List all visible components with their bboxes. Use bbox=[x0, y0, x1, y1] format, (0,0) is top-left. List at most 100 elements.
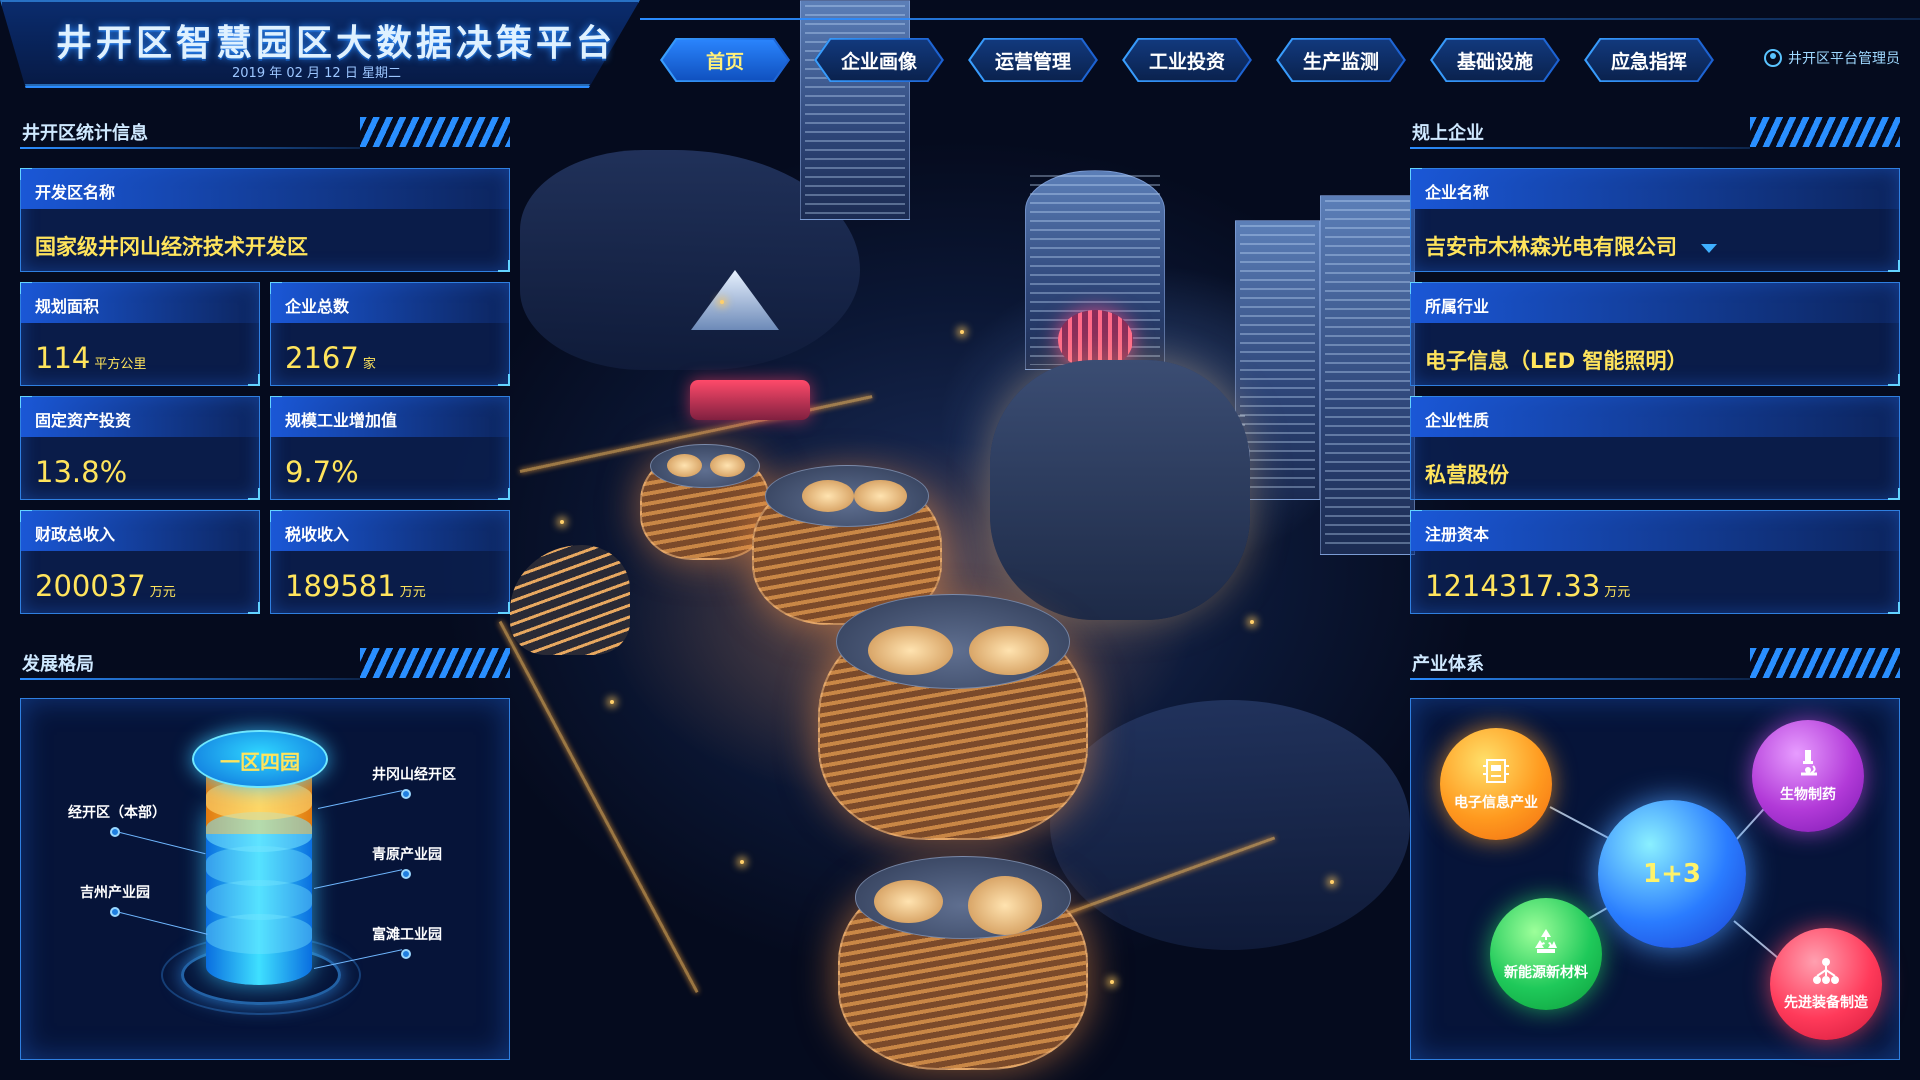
layout-section-title: 发展格局 bbox=[22, 654, 94, 675]
tax-revenue-unit: 万元 bbox=[399, 585, 426, 600]
user-account[interactable]: 井开区平台管理员 bbox=[1764, 48, 1900, 68]
industrial-added-value-label: 规模工业增加值 bbox=[285, 411, 398, 430]
industrial-added-value-value: 9.7% bbox=[285, 455, 359, 489]
tax-revenue-value: 189581 bbox=[285, 569, 396, 603]
one-zone-four-parks-label: 一区四园 bbox=[220, 750, 300, 774]
street-light bbox=[740, 860, 744, 864]
enterprise-section-title: 规上企业 bbox=[1412, 123, 1484, 144]
enterprise-name-card: 企业名称 吉安市木林森光电有限公司 bbox=[1410, 168, 1900, 272]
layout-section-header: 发展格局 bbox=[20, 646, 510, 680]
fixed-asset-label: 固定资产投资 bbox=[35, 411, 132, 430]
planned-area-value: 114 bbox=[35, 341, 91, 375]
chevron-down-icon[interactable] bbox=[1701, 243, 1717, 253]
company-count-value: 2167 bbox=[285, 341, 359, 375]
enterprise-section-header: 规上企业 bbox=[1410, 115, 1900, 149]
park-marker bbox=[401, 949, 411, 959]
park-marker bbox=[110, 827, 120, 837]
fiscal-revenue-value: 200037 bbox=[35, 569, 146, 603]
fiscal-revenue-label: 财政总收入 bbox=[35, 525, 116, 544]
park-label-jizhou[interactable]: 吉州产业园 bbox=[80, 882, 150, 902]
nav-emergency-command[interactable]: 应急指挥 bbox=[1584, 38, 1714, 82]
zone-name-value: 国家级井冈山经济技术开发区 bbox=[35, 235, 308, 259]
enterprise-name-label: 企业名称 bbox=[1425, 183, 1490, 202]
park-marker bbox=[110, 907, 120, 917]
user-icon bbox=[1764, 49, 1782, 67]
enterprise-nature-card: 企业性质 私营股份 bbox=[1410, 396, 1900, 500]
nav-operations[interactable]: 运营管理 bbox=[968, 38, 1098, 82]
street-light bbox=[610, 700, 614, 704]
park-label-jinggangshan[interactable]: 井冈山经开区 bbox=[372, 764, 456, 784]
tax-revenue-card: 税收收入 189581 万元 bbox=[270, 510, 510, 614]
network-icon bbox=[1811, 956, 1841, 986]
section-underline bbox=[20, 147, 360, 149]
industrial-added-value-card: 规模工业增加值 9.7% bbox=[270, 396, 510, 500]
boat-pavilion bbox=[690, 380, 810, 420]
zone-name-card: 开发区名称 国家级井冈山经济技术开发区 bbox=[20, 168, 510, 272]
bubble-bio-pharma[interactable]: 生物制药 bbox=[1752, 720, 1864, 832]
microscope-icon bbox=[1793, 748, 1823, 778]
bubble-electronics[interactable]: 电子信息产业 bbox=[1440, 728, 1552, 840]
app-title: 井开区智慧园区大数据决策平台 bbox=[56, 23, 617, 64]
street-light bbox=[1330, 880, 1334, 884]
bubble-advanced-equipment-label: 先进装备制造 bbox=[1784, 995, 1868, 1011]
industry-value: 电子信息（LED 智能照明） bbox=[1425, 349, 1688, 373]
enterprise-selector[interactable]: 吉安市木林森光电有限公司 bbox=[1425, 231, 1717, 261]
registered-capital-unit: 万元 bbox=[1604, 585, 1631, 600]
street-light bbox=[1110, 980, 1114, 984]
bubble-new-energy-label: 新能源新材料 bbox=[1504, 965, 1588, 981]
park-label-futan[interactable]: 富滩工业园 bbox=[372, 924, 442, 944]
user-name: 井开区平台管理员 bbox=[1788, 51, 1900, 67]
registered-capital-card: 注册资本 1214317.33 万元 bbox=[1410, 510, 1900, 614]
nav-infrastructure[interactable]: 基础设施 bbox=[1430, 38, 1560, 82]
pod-building bbox=[640, 443, 770, 560]
street-light bbox=[720, 300, 724, 304]
bubble-advanced-equipment[interactable]: 先进装备制造 bbox=[1770, 928, 1882, 1040]
industry-label: 所属行业 bbox=[1425, 297, 1490, 316]
fixed-asset-value: 13.8% bbox=[35, 455, 128, 489]
industry-section-title: 产业体系 bbox=[1412, 654, 1484, 675]
nav-enterprise-profile[interactable]: 企业画像 bbox=[814, 38, 944, 82]
nav-industrial-investment[interactable]: 工业投资 bbox=[1122, 38, 1252, 82]
tax-revenue-label: 税收收入 bbox=[285, 525, 350, 544]
street-light bbox=[960, 330, 964, 334]
section-underline bbox=[1410, 678, 1750, 680]
industry-center-bubble: 1+3 bbox=[1598, 800, 1746, 948]
industry-card: 所属行业 电子信息（LED 智能照明） bbox=[1410, 282, 1900, 386]
stats-section-header: 井开区统计信息 bbox=[20, 115, 510, 149]
stripe-decoration bbox=[1750, 648, 1900, 678]
cylinder-ring bbox=[206, 914, 312, 954]
planned-area-unit: 平方公里 bbox=[94, 357, 147, 372]
fixed-asset-card: 固定资产投资 13.8% bbox=[20, 396, 260, 500]
stats-section-title: 井开区统计信息 bbox=[22, 123, 148, 144]
park-label-qingyuan[interactable]: 青原产业园 bbox=[372, 844, 442, 864]
park-marker bbox=[401, 869, 411, 879]
road-light bbox=[498, 620, 699, 994]
registered-capital-value: 1214317.33 bbox=[1425, 569, 1601, 603]
section-underline bbox=[20, 678, 360, 680]
enterprise-name-value: 吉安市木林森光电有限公司 bbox=[1425, 235, 1677, 259]
fiscal-revenue-card: 财政总收入 200037 万元 bbox=[20, 510, 260, 614]
header-divider bbox=[640, 18, 1920, 20]
park-marker bbox=[401, 789, 411, 799]
enterprise-nature-value: 私营股份 bbox=[1425, 463, 1509, 487]
company-count-label: 企业总数 bbox=[285, 297, 350, 316]
street-light bbox=[560, 520, 564, 524]
current-date: 2019 年 02 月 12 日 星期二 bbox=[232, 66, 401, 81]
bubble-new-energy[interactable]: 新能源新材料 bbox=[1490, 898, 1602, 1010]
nav-home[interactable]: 首页 bbox=[660, 38, 790, 82]
pod-building bbox=[838, 856, 1088, 1070]
park-label-headquarters[interactable]: 经开区（本部） bbox=[68, 802, 166, 822]
fiscal-revenue-unit: 万元 bbox=[149, 585, 176, 600]
tower-building bbox=[800, 0, 910, 220]
registered-capital-label: 注册资本 bbox=[1425, 525, 1490, 544]
industry-section-header: 产业体系 bbox=[1410, 646, 1900, 680]
company-count-unit: 家 bbox=[362, 357, 376, 372]
planned-area-label: 规划面积 bbox=[35, 297, 100, 316]
enterprise-nature-label: 企业性质 bbox=[1425, 411, 1490, 430]
nav-production-monitoring[interactable]: 生产监测 bbox=[1276, 38, 1406, 82]
bubble-electronics-label: 电子信息产业 bbox=[1454, 795, 1538, 811]
bubble-bio-pharma-label: 生物制药 bbox=[1780, 787, 1836, 803]
section-underline bbox=[1410, 147, 1750, 149]
stripe-decoration bbox=[360, 648, 510, 678]
mall-complex bbox=[990, 360, 1250, 620]
